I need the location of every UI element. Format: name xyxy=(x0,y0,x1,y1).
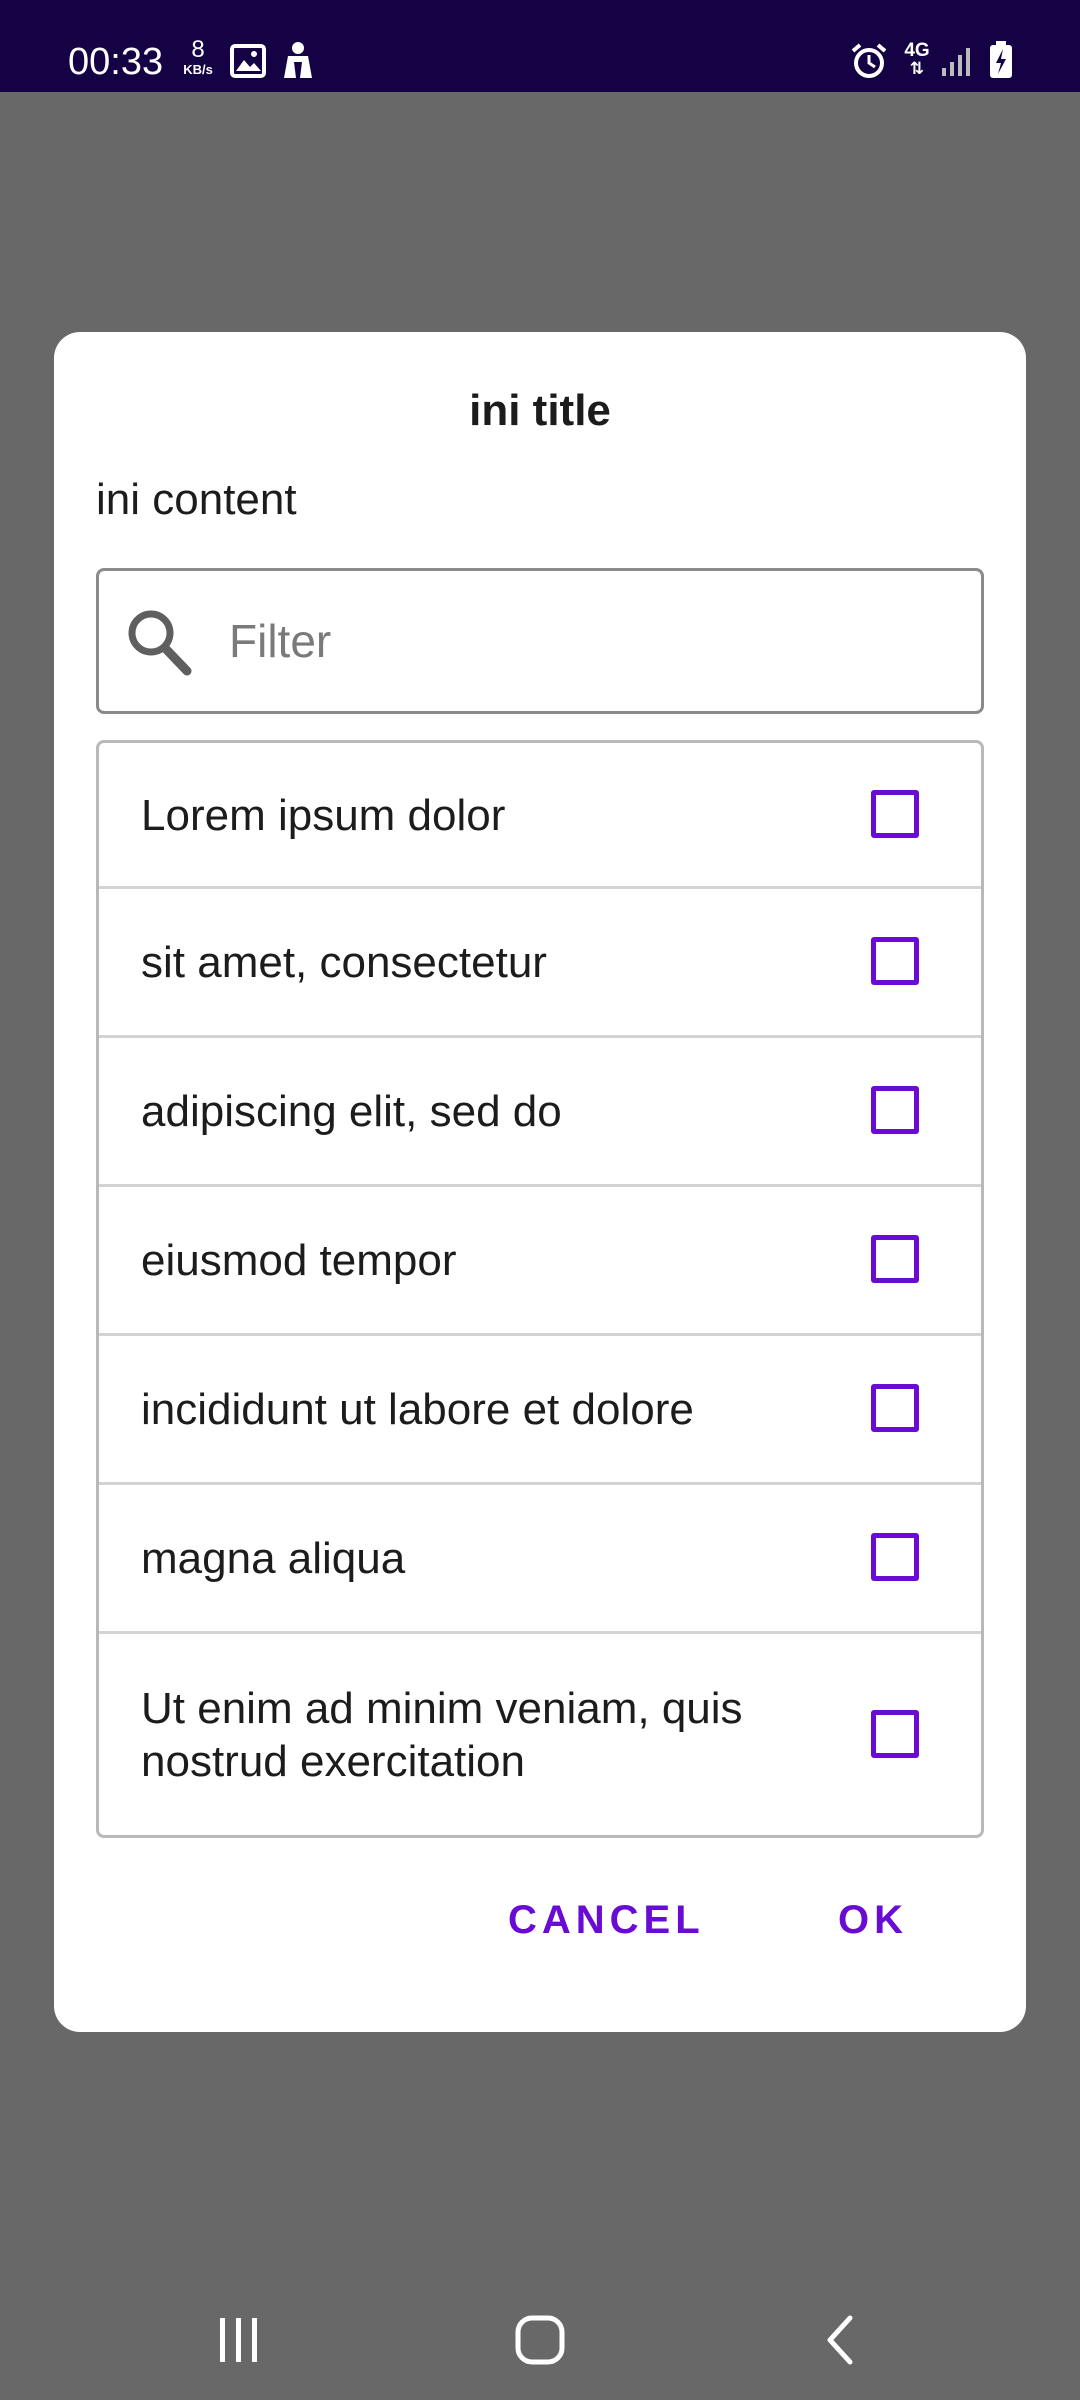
list-item-label: sit amet, consectetur xyxy=(141,938,547,987)
network-type: 4G xyxy=(904,40,930,61)
list-item[interactable]: Lorem ipsum dolor xyxy=(99,743,981,889)
data-rate: 8 KB/s xyxy=(178,36,218,77)
list-item[interactable]: sit amet, consectetur xyxy=(99,889,981,1038)
list-item[interactable]: magna aliqua xyxy=(99,1485,981,1634)
gallery-icon xyxy=(230,44,266,78)
battery-charging-icon xyxy=(990,41,1012,78)
list-item-checkbox[interactable] xyxy=(871,1533,919,1581)
back-icon[interactable] xyxy=(820,2312,860,2368)
list-item[interactable]: Ut enim ad minim veniam, quis nostrud ex… xyxy=(99,1634,981,1835)
data-rate-value: 8 xyxy=(191,36,205,63)
filter-field[interactable] xyxy=(96,568,984,714)
list-item-label: Lorem ipsum dolor xyxy=(141,791,506,840)
list-item-label: eiusmod tempor xyxy=(141,1236,457,1285)
list-item-label: magna aliqua xyxy=(141,1534,406,1583)
ok-button[interactable]: OK xyxy=(838,1892,908,1948)
dialog-title: ini title xyxy=(469,386,611,435)
status-bar: 00:33 8 KB/s 4G ⇅ xyxy=(0,0,1080,92)
list-item[interactable]: adipiscing elit, sed do xyxy=(99,1038,981,1187)
cancel-button[interactable]: CANCEL xyxy=(508,1892,705,1948)
status-time: 00:33 xyxy=(68,41,164,83)
list-item-checkbox[interactable] xyxy=(871,1384,919,1432)
list-item[interactable]: eiusmod tempor xyxy=(99,1187,981,1336)
list-item-checkbox[interactable] xyxy=(871,790,919,838)
list-item-checkbox[interactable] xyxy=(871,937,919,985)
list-item-checkbox[interactable] xyxy=(871,1086,919,1134)
list-item-label: incididunt ut labore et dolore xyxy=(141,1385,694,1434)
signal-icon xyxy=(942,48,970,76)
dialog-content: ini content xyxy=(96,475,297,524)
user-silhouette-icon xyxy=(284,42,312,78)
filter-input[interactable] xyxy=(229,601,949,681)
multi-select-dialog: ini title ini content Lorem ipsum dolor … xyxy=(54,332,1026,2032)
list-item-checkbox[interactable] xyxy=(871,1235,919,1283)
list-item-label: Ut enim ad minim veniam, quis nostrud ex… xyxy=(141,1684,743,1786)
options-list[interactable]: Lorem ipsum dolor sit amet, consectetur … xyxy=(96,740,984,1838)
alarm-icon xyxy=(851,43,887,78)
home-icon[interactable] xyxy=(514,2312,568,2368)
4g-data-icon: 4G ⇅ xyxy=(902,40,932,78)
search-icon xyxy=(128,610,192,676)
list-item-checkbox[interactable] xyxy=(871,1710,919,1758)
list-item-label: adipiscing elit, sed do xyxy=(141,1087,562,1136)
recent-apps-icon[interactable] xyxy=(214,2314,264,2366)
navigation-bar xyxy=(0,2292,1080,2400)
list-item[interactable]: incididunt ut labore et dolore xyxy=(99,1336,981,1485)
data-rate-unit: KB/s xyxy=(183,62,213,77)
